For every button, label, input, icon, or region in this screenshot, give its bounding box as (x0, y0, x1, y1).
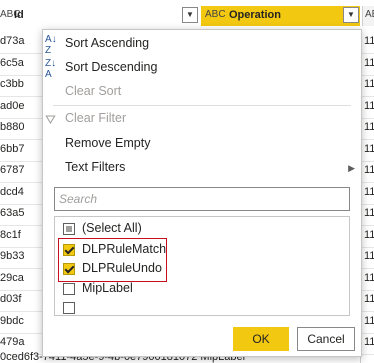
column-header-operation[interactable]: ABC Operation ▼ (201, 6, 360, 26)
column-header-next[interactable]: AB (362, 6, 374, 26)
cancel-button[interactable]: Cancel (297, 327, 355, 351)
checkbox-unchecked-icon[interactable] (63, 283, 75, 295)
clear-sort-item[interactable]: Clear Sort (65, 84, 121, 98)
column-label-operation: Operation (229, 9, 281, 21)
sort-descending-icon: Z↓ A (45, 58, 57, 80)
column-filter-menu: A↓ Z Sort Ascending Z↓ A Sort Descending C… (42, 29, 362, 357)
cell-next: 11 (364, 228, 374, 241)
clear-filter-item[interactable]: Clear Filter (65, 111, 126, 125)
text-type-icon: ABC (205, 9, 226, 20)
cell-next: 11 (364, 314, 374, 327)
cell-next: 11 (364, 35, 374, 47)
filter-item-label: DLPRuleMatch (82, 242, 167, 256)
cell-id: d03f (0, 293, 22, 305)
cell-id: 9bdc (0, 314, 24, 327)
column-filter-dropdown-icon[interactable]: ▼ (182, 7, 198, 23)
cell-id: 8c1f (0, 228, 21, 241)
cell-id: 63a5 (0, 207, 25, 219)
cell-id: 9b33 (0, 250, 25, 262)
cell-next: 11 (364, 56, 374, 69)
text-type-icon: AB (365, 9, 374, 20)
column-header-bar: ABC Id ▼ ABC Operation ▼ AB (0, 0, 374, 30)
cell-next: 11 (364, 336, 374, 348)
cell-id: ad0e (0, 99, 25, 112)
remove-empty-item[interactable]: Remove Empty (65, 136, 150, 150)
checkbox-unchecked-icon[interactable] (63, 302, 75, 314)
cell-id: c3bb (0, 78, 24, 90)
cell-id: 6bb7 (0, 142, 25, 155)
cell-id: 6787 (0, 164, 25, 176)
cell-next: 11 (364, 164, 374, 176)
column-filter-dropdown-icon[interactable]: ▼ (343, 7, 359, 23)
sort-descending-item[interactable]: Sort Descending (65, 60, 157, 74)
clear-filter-icon: ⛛ (45, 112, 56, 127)
cell-next: 11 (364, 142, 374, 155)
column-header-id[interactable]: ABC Id ▼ (0, 6, 198, 26)
cell-next: 11 (364, 185, 374, 198)
cell-next: 11 (364, 121, 374, 133)
cell-id: b880 (0, 121, 25, 133)
cell-next: 11 (364, 78, 374, 90)
checkbox-checked-icon[interactable] (63, 244, 75, 256)
chevron-right-icon: ▶ (348, 163, 355, 173)
cell-id: dcd4 (0, 185, 24, 198)
column-label-id: Id (14, 9, 24, 21)
sort-ascending-icon: A↓ Z (45, 34, 57, 56)
checkbox-checked-icon[interactable] (63, 263, 75, 275)
cell-id: 6c5a (0, 56, 24, 69)
cell-next: 11 (364, 250, 374, 262)
menu-separator (53, 105, 351, 106)
text-filters-item[interactable]: Text Filters (65, 160, 125, 174)
cell-id: 29ca (0, 271, 24, 284)
search-input[interactable]: Search (54, 187, 350, 211)
filter-value-list: (Select All) DLPRuleMatch DLPRuleUndo Mi… (54, 216, 350, 316)
filter-item-label: (Select All) (82, 221, 142, 235)
cell-next: 11 (364, 293, 374, 305)
ok-button[interactable]: OK (233, 327, 289, 351)
search-placeholder: Search (59, 192, 98, 206)
cell-next: 11 (364, 271, 374, 284)
sort-ascending-item[interactable]: Sort Ascending (65, 36, 149, 50)
filter-item-label: MipLabel (82, 281, 133, 295)
cell-next: 11 (364, 99, 374, 112)
checkbox-partial-icon[interactable] (63, 223, 75, 235)
cell-next: 11 (364, 207, 374, 219)
filter-item-label: DLPRuleUndo (82, 261, 162, 275)
cell-id: d73a (0, 35, 25, 47)
cell-id: 479a (0, 336, 25, 348)
